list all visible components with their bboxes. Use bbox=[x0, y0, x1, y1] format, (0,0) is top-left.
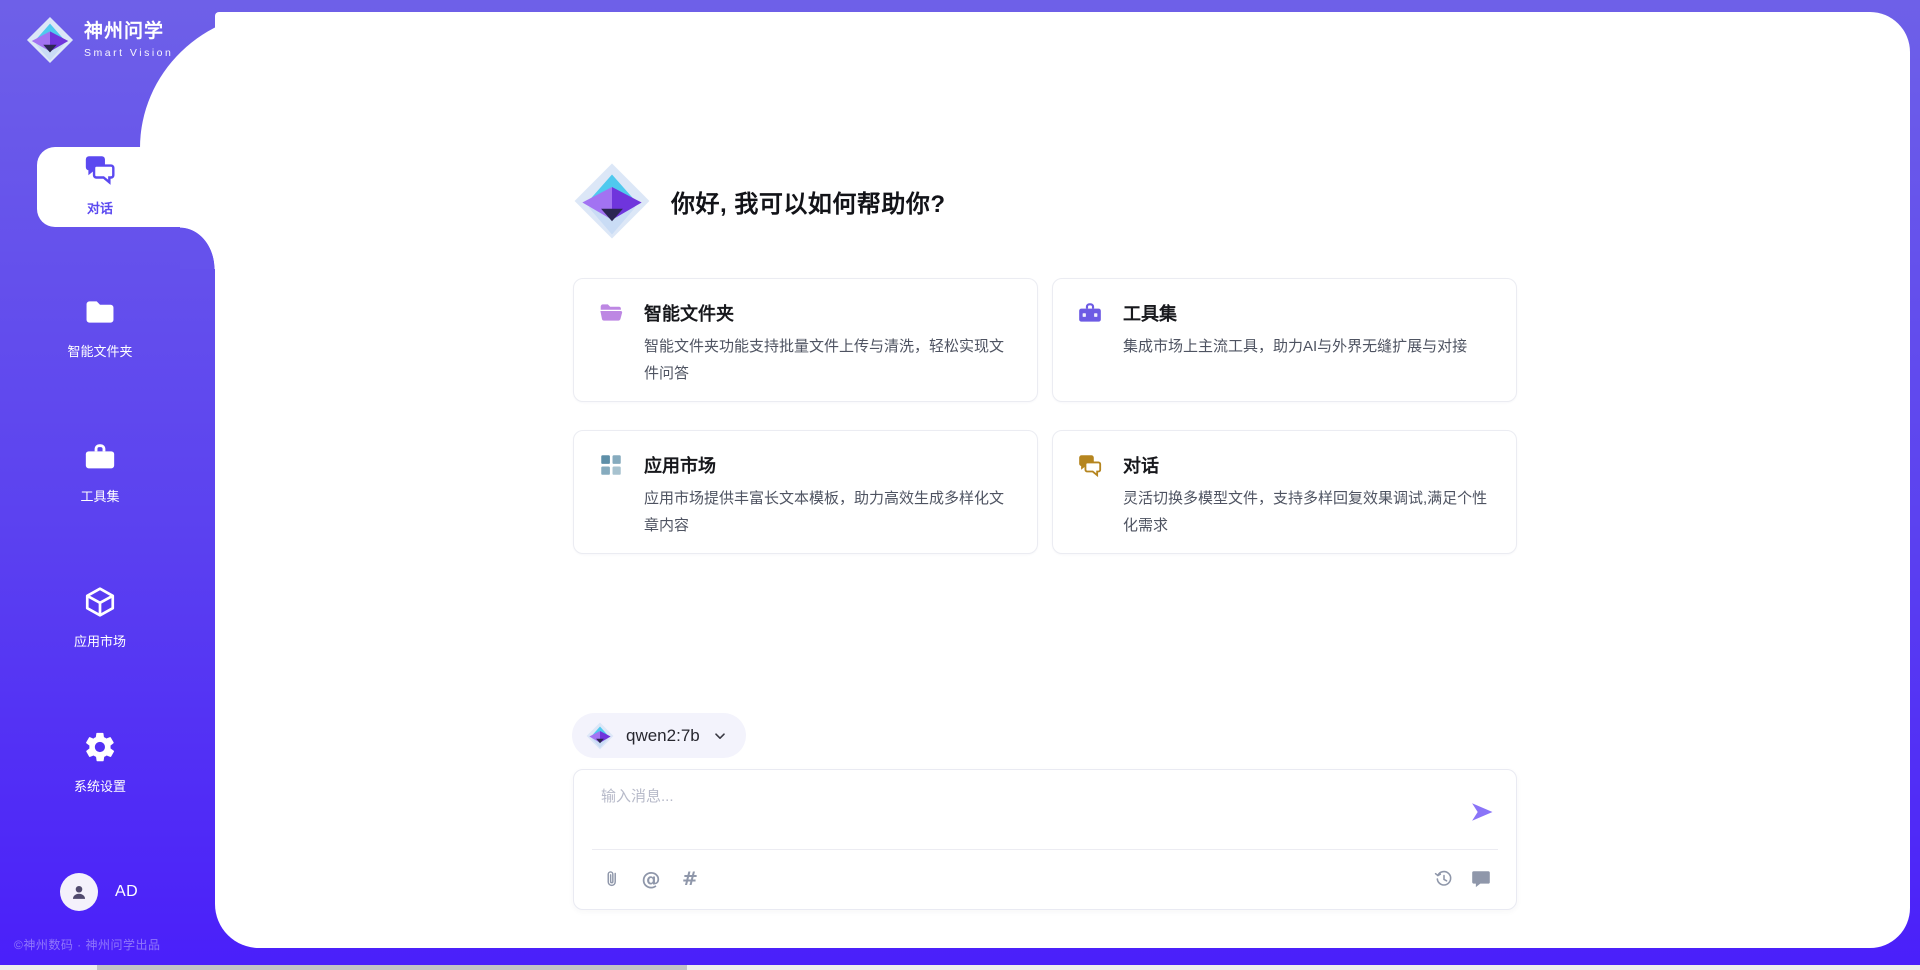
folder-icon bbox=[83, 295, 117, 329]
message-composer: @ # bbox=[573, 769, 1517, 910]
send-button[interactable] bbox=[1468, 798, 1496, 826]
sidebar-item-label: 系统设置 bbox=[0, 776, 200, 795]
app-subtitle: Smart Vision bbox=[84, 47, 173, 59]
send-icon bbox=[1468, 798, 1496, 826]
user-name: AD bbox=[115, 883, 138, 901]
person-icon bbox=[68, 881, 90, 903]
sidebar-item-label: 智能文件夹 bbox=[0, 341, 200, 360]
app-logo: 神州问学 Smart Vision bbox=[26, 16, 173, 64]
copyright-text: ©神州数码 · 神州问学出品 bbox=[14, 936, 161, 953]
chat-icon bbox=[83, 152, 117, 186]
card-app-market[interactable]: 应用市场 应用市场提供丰富长文本模板，助力高效生成多样化文章内容 bbox=[573, 430, 1038, 554]
sidebar-item-app-market[interactable]: 应用市场 bbox=[0, 585, 200, 650]
scrollbar-thumb[interactable] bbox=[97, 965, 687, 970]
cube-icon bbox=[83, 585, 117, 619]
user-account[interactable]: AD bbox=[60, 873, 138, 911]
diamond-logo-icon bbox=[26, 16, 74, 64]
toolbox-icon bbox=[1077, 300, 1103, 326]
grid-icon bbox=[598, 452, 624, 478]
chevron-down-icon bbox=[712, 728, 728, 744]
sidebar-item-smart-folder[interactable]: 智能文件夹 bbox=[0, 295, 200, 360]
diamond-logo-icon bbox=[586, 722, 614, 750]
feature-cards: 智能文件夹 智能文件夹功能支持批量文件上传与清洗，轻松实现文件问答 工具集 集成… bbox=[573, 278, 1517, 554]
message-input[interactable] bbox=[601, 785, 1441, 843]
model-selector[interactable]: qwen2:7b bbox=[572, 713, 746, 758]
card-description: 集成市场上主流工具，助力AI与外界无缝扩展与对接 bbox=[1123, 334, 1492, 361]
card-title: 智能文件夹 bbox=[644, 300, 734, 326]
sidebar-item-label: 应用市场 bbox=[0, 631, 200, 650]
card-description: 应用市场提供丰富长文本模板，助力高效生成多样化文章内容 bbox=[644, 486, 1013, 539]
avatar[interactable] bbox=[60, 873, 98, 911]
card-title: 应用市场 bbox=[644, 452, 716, 478]
message-icon bbox=[1470, 868, 1492, 890]
gear-icon bbox=[83, 730, 117, 764]
sidebar-item-label: 工具集 bbox=[0, 486, 200, 505]
card-title: 对话 bbox=[1123, 452, 1159, 478]
app-title: 神州问学 bbox=[84, 21, 173, 44]
card-smart-folder[interactable]: 智能文件夹 智能文件夹功能支持批量文件上传与清洗，轻松实现文件问答 bbox=[573, 278, 1038, 402]
card-description: 灵活切换多模型文件，支持多样回复效果调试,满足个性化需求 bbox=[1123, 486, 1492, 539]
chat-icon bbox=[1077, 452, 1103, 478]
card-chat[interactable]: 对话 灵活切换多模型文件，支持多样回复效果调试,满足个性化需求 bbox=[1052, 430, 1517, 554]
sidebar-item-chat[interactable]: 对话 bbox=[0, 152, 200, 217]
card-description: 智能文件夹功能支持批量文件上传与清洗，轻松实现文件问答 bbox=[644, 334, 1013, 387]
sidebar-item-settings[interactable]: 系统设置 bbox=[0, 730, 200, 795]
feedback-button[interactable] bbox=[1470, 868, 1492, 890]
folder-open-icon bbox=[598, 300, 624, 326]
model-label: qwen2:7b bbox=[626, 726, 700, 746]
attach-button[interactable] bbox=[601, 868, 623, 890]
paperclip-icon bbox=[601, 868, 623, 890]
card-toolset[interactable]: 工具集 集成市场上主流工具，助力AI与外界无缝扩展与对接 bbox=[1052, 278, 1517, 402]
sidebar-item-label: 对话 bbox=[0, 198, 200, 217]
active-tab-fillet bbox=[180, 227, 215, 269]
greeting: 你好, 我可以如何帮助你? bbox=[573, 161, 946, 241]
history-icon bbox=[1433, 868, 1455, 890]
mention-button[interactable]: @ bbox=[640, 868, 662, 890]
composer-divider bbox=[592, 849, 1498, 850]
greeting-diamond-logo-icon bbox=[573, 162, 651, 240]
toolbox-icon bbox=[83, 440, 117, 474]
at-icon: @ bbox=[642, 868, 661, 890]
history-button[interactable] bbox=[1433, 868, 1455, 890]
topic-button[interactable]: # bbox=[679, 868, 701, 890]
greeting-text: 你好, 我可以如何帮助你? bbox=[671, 184, 946, 219]
hash-icon: # bbox=[682, 868, 698, 890]
card-title: 工具集 bbox=[1123, 300, 1177, 326]
horizontal-scrollbar[interactable] bbox=[0, 965, 1920, 970]
sidebar-item-toolset[interactable]: 工具集 bbox=[0, 440, 200, 505]
